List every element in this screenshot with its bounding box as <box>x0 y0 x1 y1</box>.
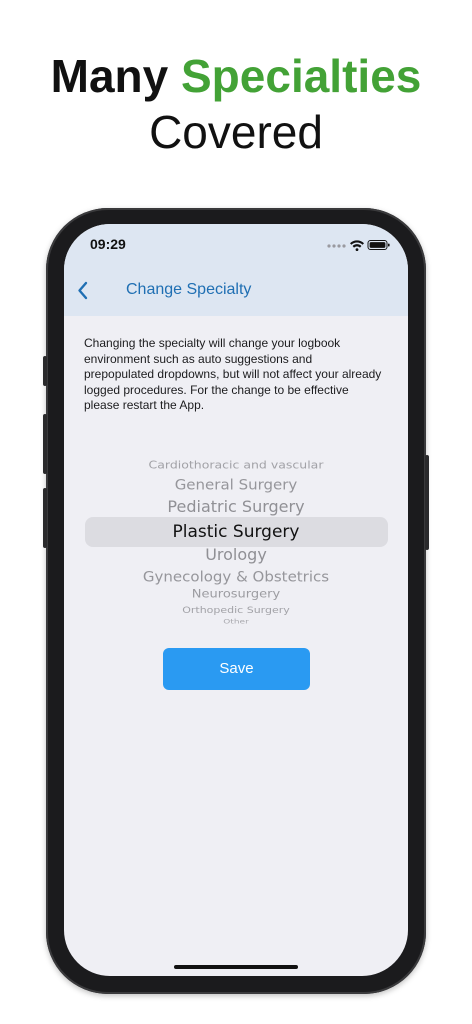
status-time: 09:29 <box>90 236 126 252</box>
picker-item-general-surgery[interactable]: General Surgery <box>64 477 408 494</box>
wifi-icon <box>350 240 364 251</box>
picker-item-cardiothoracic[interactable]: Cardiothoracic and vascular <box>64 459 408 471</box>
headline-line-1: Many Specialties <box>0 48 472 104</box>
picker-item-other[interactable]: Other <box>64 619 408 627</box>
back-button[interactable] <box>74 276 104 306</box>
home-indicator <box>174 965 298 969</box>
phone-volume-up-button <box>43 414 47 474</box>
phone-screen: 09:29 Change Specialty Changing the spec… <box>64 224 408 976</box>
promo-headline: Many Specialties Covered <box>0 48 472 160</box>
phone-volume-down-button <box>43 488 47 548</box>
navigation-header: 09:29 Change Specialty <box>64 224 408 316</box>
phone-power-button <box>425 455 429 550</box>
picker-item-pediatric-surgery[interactable]: Pediatric Surgery <box>64 497 408 517</box>
headline-word-specialties: Specialties <box>181 50 422 102</box>
page-title: Change Specialty <box>126 281 252 298</box>
picker-item-urology[interactable]: Urology <box>64 545 408 565</box>
phone-silent-switch <box>43 356 47 386</box>
battery-icon <box>367 240 390 250</box>
picker-item-orthopedic-surgery[interactable]: Orthopedic Surgery <box>64 605 408 615</box>
save-button[interactable]: Save <box>163 648 310 690</box>
chevron-left-icon <box>78 281 88 300</box>
headline-line-2: Covered <box>149 106 323 158</box>
cellular-dots-icon <box>327 244 346 248</box>
picker-item-gynecology-obstetrics[interactable]: Gynecology & Obstetrics <box>64 569 408 586</box>
specialty-picker[interactable]: Cardiothoracic and vascular General Surg… <box>64 452 408 632</box>
headline-word-many: Many <box>50 50 169 102</box>
picker-item-plastic-surgery[interactable]: Plastic Surgery <box>64 521 408 543</box>
specialty-description: Changing the specialty will change your … <box>84 336 382 412</box>
picker-item-neurosurgery[interactable]: Neurosurgery <box>64 588 408 602</box>
status-icons <box>326 238 390 251</box>
